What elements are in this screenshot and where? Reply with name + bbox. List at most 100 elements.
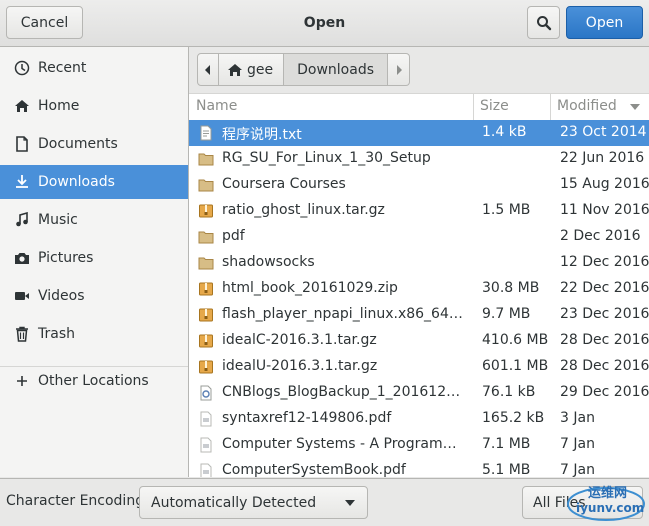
file-icon (198, 411, 214, 427)
file-row[interactable]: ComputerSystemBook.pdf 5.1 MB 7 Jan (189, 458, 649, 477)
file-row[interactable]: Coursera Courses 15 Aug 2016 (189, 172, 649, 198)
file-size: 410.6 MB (482, 332, 549, 348)
file-size: 5.1 MB (482, 462, 531, 477)
watermark: 运维网 iyunv.com (566, 480, 646, 522)
column-modified[interactable]: Modified (557, 98, 617, 114)
file-row[interactable]: flash_player_npapi_linux.x86_64.tar.gz 9.… (189, 302, 649, 328)
encoding-select[interactable]: Automatically Detected (139, 486, 368, 519)
file-size: 9.7 MB (482, 306, 531, 322)
archive-icon (198, 359, 214, 375)
file-modified: 12 Dec 2016 (560, 254, 649, 270)
file-row[interactable]: Computer Systems - A Programmers Perspec… (189, 432, 649, 458)
sidebar-item-music[interactable]: Music (0, 203, 188, 237)
sort-down-icon (630, 104, 640, 110)
file-row[interactable]: RG_SU_For_Linux_1_30_Setup 22 Jun 2016 (189, 146, 649, 172)
file-row[interactable]: pdf 2 Dec 2016 (189, 224, 649, 250)
file-modified: 15 Aug 2016 (560, 176, 649, 192)
home-icon (228, 63, 242, 76)
camera-icon (14, 250, 30, 266)
dropdown-arrow-icon (345, 500, 355, 506)
column-name[interactable]: Name (196, 98, 237, 114)
file-icon (198, 437, 214, 453)
sidebar-item-label: Other Locations (38, 373, 149, 389)
file-size: 1.5 MB (482, 202, 531, 218)
file-name: flash_player_npapi_linux.x86_64.tar.gz (222, 306, 467, 322)
sidebar-item-home[interactable]: Home (0, 89, 188, 123)
encoding-label: Character Encoding: (6, 493, 149, 509)
file-row[interactable]: idealU-2016.3.1.tar.gz 601.1 MB 28 Dec 201… (189, 354, 649, 380)
file-name: ComputerSystemBook.pdf (222, 462, 406, 477)
file-size: 1.4 kB (482, 124, 527, 140)
watermark-logo-icon: 运维网 iyunv.com (567, 485, 645, 521)
sidebar-item-label: Videos (38, 288, 85, 304)
watermark-line2: iyunv.com (576, 501, 644, 515)
folder-icon (198, 151, 214, 167)
column-header: Name Size Modified (189, 93, 649, 121)
file-modified: 28 Dec 2016 (560, 332, 649, 348)
breadcrumb-downloads[interactable]: Downloads (284, 53, 389, 86)
file-row[interactable]: syntaxref12-149806.pdf 165.2 kB 3 Jan (189, 406, 649, 432)
file-row[interactable]: shadowsocks 12 Dec 2016 (189, 250, 649, 276)
column-separator (473, 94, 474, 120)
file-row[interactable]: ratio_ghost_linux.tar.gz 1.5 MB 11 Nov 201… (189, 198, 649, 224)
places-sidebar: Recent Home Documents Downloads Music Pi… (0, 47, 189, 477)
file-icon (198, 463, 214, 477)
sidebar-item-label: Music (38, 212, 78, 228)
file-name: ratio_ghost_linux.tar.gz (222, 202, 385, 218)
column-separator (550, 94, 551, 120)
video-icon (14, 288, 30, 304)
sidebar-item-trash[interactable]: Trash (0, 317, 188, 351)
file-modified: 7 Jan (560, 462, 595, 477)
archive-icon (198, 281, 214, 297)
sidebar-item-pictures[interactable]: Pictures (0, 241, 188, 275)
breadcrumb-home[interactable]: gee (219, 53, 285, 86)
path-back-button[interactable] (197, 53, 219, 86)
encoding-value: Automatically Detected (151, 494, 317, 511)
sidebar-item-recent[interactable]: Recent (0, 51, 188, 85)
file-row[interactable]: html_book_20161029.zip 30.8 MB 22 Dec 2016 (189, 276, 649, 302)
path-forward-button[interactable] (388, 53, 411, 86)
file-name: Coursera Courses (222, 176, 346, 192)
file-modified: 29 Dec 2016 (560, 384, 649, 400)
archive-icon (198, 203, 214, 219)
path-bar: gee Downloads (189, 47, 649, 93)
sidebar-item-documents[interactable]: Documents (0, 127, 188, 161)
sidebar-item-label: Downloads (38, 174, 115, 190)
open-button[interactable]: Open (566, 6, 643, 39)
clock-icon (14, 60, 30, 76)
cancel-button[interactable]: Cancel (6, 6, 83, 39)
sidebar-item-downloads[interactable]: Downloads (0, 165, 188, 199)
file-modified: 2 Dec 2016 (560, 228, 641, 244)
file-modified: 23 Oct 2014 (560, 124, 647, 140)
file-row[interactable]: CNBlogs_BlogBackup_1_201612_201612.xml 76… (189, 380, 649, 406)
file-name: RG_SU_For_Linux_1_30_Setup (222, 150, 431, 166)
column-size[interactable]: Size (480, 98, 509, 114)
file-name: CNBlogs_BlogBackup_1_201612_201612.xml (222, 384, 467, 400)
file-icon (198, 125, 214, 141)
trash-icon (14, 326, 30, 342)
file-icon (198, 385, 214, 401)
search-icon (536, 15, 551, 30)
sidebar-item-label: Recent (38, 60, 87, 76)
sidebar-item-label: Pictures (38, 250, 94, 266)
sidebar-item-label: Trash (38, 326, 75, 342)
folder-icon (198, 177, 214, 193)
file-name: pdf (222, 228, 245, 244)
file-name: 程序说明.txt (222, 127, 302, 143)
search-button[interactable] (527, 6, 560, 39)
file-size: 165.2 kB (482, 410, 545, 426)
download-icon (14, 174, 30, 190)
file-row[interactable]: idealC-2016.3.1.tar.gz 410.6 MB 28 Dec 201… (189, 328, 649, 354)
sidebar-item-other-locations[interactable]: Other Locations (0, 364, 188, 398)
file-name: html_book_20161029.zip (222, 280, 398, 296)
footer-bar: Character Encoding: Automatically Detect… (0, 478, 649, 525)
sidebar-item-videos[interactable]: Videos (0, 279, 188, 313)
file-row[interactable]: 程序说明.txt 1.4 kB 23 Oct 2014 (189, 120, 649, 146)
breadcrumb-label: gee (247, 61, 274, 78)
file-modified: 23 Dec 2016 (560, 306, 649, 322)
breadcrumb: gee Downloads (197, 53, 411, 86)
document-icon (14, 136, 30, 152)
file-size: 7.1 MB (482, 436, 531, 452)
file-name: Computer Systems - A Programmers Perspec… (222, 436, 467, 452)
file-size: 76.1 kB (482, 384, 536, 400)
